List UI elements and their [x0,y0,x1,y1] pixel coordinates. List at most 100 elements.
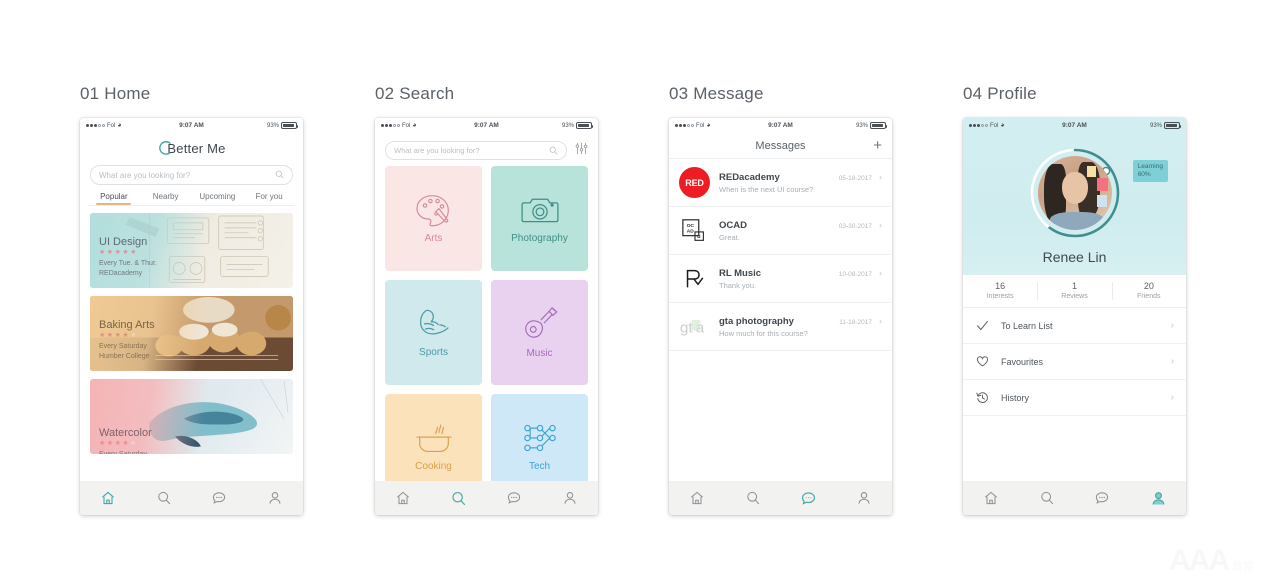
profile-name: Renee Lin [1042,249,1107,265]
phone-frame-home: Fol ◕ 9:07 AM 93% Better Me What are you… [80,118,303,515]
stat-value: 1 [1071,281,1077,291]
tab-upcoming[interactable]: Upcoming [192,192,244,205]
battery-icon [1164,122,1182,129]
screen-title-home: 01 Home [80,84,151,103]
category-label: Arts [424,233,443,244]
nav-profile[interactable] [247,490,303,506]
category-tile-cooking[interactable]: Cooking [385,394,482,481]
message-row[interactable]: gt a gta photography 11-18-2017 › [669,303,892,351]
avatar: gt a [679,311,710,342]
battery-icon [576,122,594,129]
nav-message[interactable] [781,490,837,507]
tab-for-you[interactable]: For you [243,192,295,205]
message-row[interactable]: RED REDacademy 05-18-2017 › When is the … [669,159,892,207]
message-content: Messages + RED REDacademy 05-18-2017 › W… [669,133,892,481]
course-card[interactable]: Watercolor ★★★★★ Every Saturday [90,379,293,454]
nav-search[interactable] [1019,490,1075,506]
menu-label: To Learn List [1001,320,1053,331]
sender-name: OCAD [719,219,747,231]
message-top-line: OCAD 03-30-2017 › [719,220,882,231]
chevron-right-icon[interactable]: › [879,268,882,278]
search-input[interactable]: What are you looking for? [385,141,567,160]
svg-text:gt: gt [680,319,693,336]
screen-title-search: 02 Search [375,84,455,103]
watermark: AAA 教育 [1169,546,1254,576]
mockup-board: 01 Home Fol ◕ 9:07 AM 93% Better Me What… [0,0,1268,588]
nav-profile[interactable] [836,490,892,506]
home-content: Better Me What are you looking for? Popu… [80,133,303,481]
message-list: RED REDacademy 05-18-2017 › When is the … [669,159,892,351]
search-content: What are you looking for? Arts Photograp… [375,133,598,481]
stat-interests[interactable]: 16 Interests [963,275,1037,307]
battery-percent: 93% [1149,122,1162,129]
message-preview: Great. [719,232,740,242]
menu-item-favourites[interactable]: Favourites › [963,344,1186,380]
nav-search[interactable] [725,490,781,506]
plus-icon[interactable]: + [873,138,882,153]
bottom-nav [669,481,892,515]
nav-profile[interactable] [542,490,598,506]
avatar-photo [1037,156,1112,230]
message-row[interactable]: RL Music 10-08-2017 › Thank you. [669,255,892,303]
progress-ring [1027,145,1123,241]
nav-home[interactable] [963,490,1019,506]
chevron-right-icon[interactable]: › [879,220,882,230]
avatar [679,263,710,294]
tab-nearby[interactable]: Nearby [140,192,192,205]
search-placeholder: What are you looking for? [394,146,480,155]
stat-value: 16 [995,281,1006,291]
check-icon [975,319,989,332]
nav-profile[interactable] [1130,490,1186,507]
profile-hero: Learning 60% Renee Lin [963,133,1186,275]
chevron-right-icon[interactable]: › [879,316,882,326]
chevron-right-icon[interactable]: › [1171,356,1174,367]
card-rating: ★ ★ ★ ★ ★ [99,439,137,447]
search-input[interactable]: What are you looking for? [90,165,293,185]
category-tile-arts[interactable]: Arts [385,166,482,271]
chevron-right-icon[interactable]: › [1171,320,1174,331]
search-placeholder: What are you looking for? [99,170,191,180]
message-preview: When is the next UI course? [719,184,814,194]
nav-search[interactable] [431,490,487,507]
card-title: UI Design [99,235,148,248]
nav-search[interactable] [136,490,192,506]
message-date: 03-30-2017 [838,222,872,230]
course-card[interactable]: Baking Arts ★ ★ ★ ★ ★ Every Saturday Humber … [90,296,293,371]
screen-home: 01 Home Fol ◕ 9:07 AM 93% Better Me What… [80,84,303,515]
tab-popular[interactable]: Popular [88,192,140,205]
course-card[interactable]: UI Design ★ ★ ★ ★ ★ Every Tue. & Thur. REDac… [90,213,293,288]
category-tile-photography[interactable]: Photography [491,166,588,271]
stat-reviews[interactable]: 1 Reviews [1037,275,1111,307]
chevron-right-icon[interactable]: › [879,172,882,182]
nav-home[interactable] [375,490,431,506]
stat-friends[interactable]: 20 Friends [1111,275,1186,307]
nav-message[interactable] [487,490,543,506]
category-tile-tech[interactable]: Tech [491,394,588,481]
heart-icon [975,355,989,368]
search-icon[interactable] [275,166,284,184]
nav-message[interactable] [192,490,248,506]
message-top-line: REDacademy 05-18-2017 › [719,172,882,183]
nav-home[interactable] [669,490,725,506]
menu-item-history[interactable]: History › [963,380,1186,416]
card-title: Watercolor [99,426,152,439]
category-tile-sports[interactable]: Sports [385,280,482,385]
battery-icon [281,122,299,129]
nav-home[interactable] [80,490,136,506]
message-row[interactable]: OC AD U OCAD 03-30-2017 › Great. [669,207,892,255]
search-icon[interactable] [549,142,558,160]
stat-value: 20 [1143,281,1154,291]
chevron-right-icon[interactable]: › [1171,392,1174,403]
menu-item-to-learn-list[interactable]: To Learn List › [963,308,1186,344]
nav-message[interactable] [1075,490,1131,506]
phone-frame-search: Fol ◕ 9:07 AM 93% What are you looking f… [375,118,598,515]
filter-sliders-icon[interactable] [575,142,588,160]
status-bar: Fol ◕ 9:07 AM 93% [669,118,892,133]
watermark-cn: 教育 [1232,561,1254,573]
category-tile-music[interactable]: Music [491,280,588,385]
message-body: REDacademy 05-18-2017 › When is the next… [719,172,882,194]
message-body: OCAD 03-30-2017 › Great. [719,220,882,242]
card-place: REDacademy [99,269,143,277]
screen-profile: 04 Profile Fol ◕ 9:07 AM 93% Learning 60… [963,84,1186,515]
phone-frame-message: Fol ◕ 9:07 AM 93% Messages + RED REDacad… [669,118,892,515]
